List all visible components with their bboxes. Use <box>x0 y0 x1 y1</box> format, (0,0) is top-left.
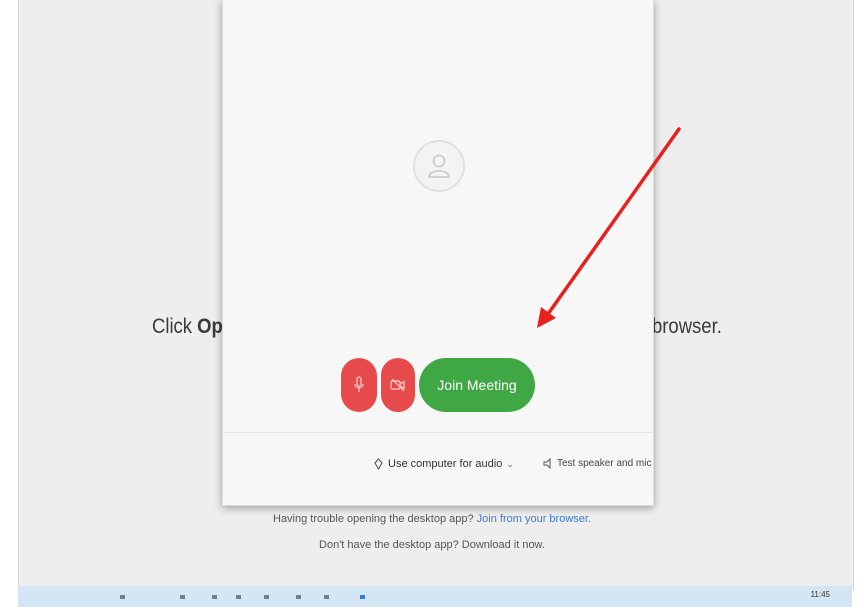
background-instruction-left: Click Ope <box>152 315 233 339</box>
audio-option-label: Use computer for audio <box>388 458 503 470</box>
speaker-icon <box>543 458 551 469</box>
join-meeting-dialog: Join Meeting Use computer for audio ⌄ Te… <box>222 0 654 506</box>
mute-button[interactable] <box>341 358 377 412</box>
audio-icon <box>374 458 383 470</box>
audio-connection-selector[interactable]: Use computer for audio ⌄ <box>373 458 514 470</box>
video-icon <box>390 378 405 392</box>
instruction-prefix: Click <box>152 315 198 338</box>
taskbar-icon[interactable] <box>296 595 301 599</box>
user-avatar-icon <box>413 140 465 192</box>
taskbar-icon-active[interactable] <box>360 595 365 599</box>
taskbar-icon[interactable] <box>212 595 217 599</box>
chevron-down-icon: ⌄ <box>506 458 514 469</box>
taskbar-icon[interactable] <box>324 595 329 599</box>
taskbar-icon[interactable] <box>236 595 241 599</box>
background-instruction-right: browser. <box>652 315 722 338</box>
taskbar-icon[interactable] <box>180 595 185 599</box>
join-meeting-button[interactable]: Join Meeting <box>419 358 535 412</box>
video-toggle-button[interactable] <box>381 358 415 412</box>
help-download-line: Don't have the desktop app? Download it … <box>319 539 545 551</box>
help-trouble-line: Having trouble opening the desktop app? … <box>0 513 864 525</box>
microphone-icon <box>354 376 364 392</box>
help-trouble-text: Having trouble opening the desktop app? <box>273 513 474 525</box>
taskbar: 11:45 <box>18 586 852 607</box>
taskbar-icon[interactable] <box>120 595 125 599</box>
test-speaker-mic-link[interactable]: Test speaker and mic <box>543 458 652 469</box>
test-option-label: Test speaker and mic <box>557 458 652 469</box>
dialog-divider <box>223 432 653 433</box>
taskbar-clock: 11:45 <box>810 590 830 599</box>
join-from-browser-link[interactable]: Join from your browser. <box>477 513 591 525</box>
taskbar-icon[interactable] <box>264 595 269 599</box>
